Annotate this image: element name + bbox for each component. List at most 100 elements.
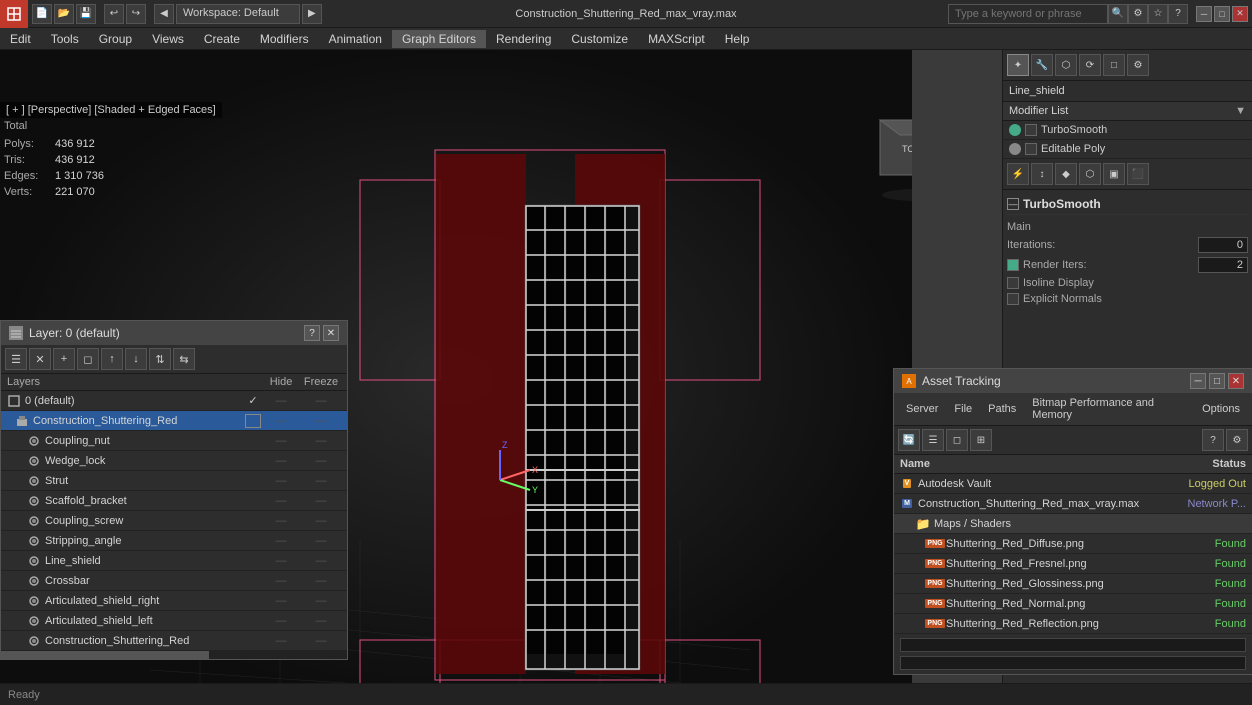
layer-close-btn[interactable]: ✕ — [323, 325, 339, 341]
search-settings-btn[interactable]: ⚙ — [1128, 4, 1148, 24]
asset-close-btn[interactable]: ✕ — [1228, 373, 1244, 389]
help-btn[interactable]: ? — [1168, 4, 1188, 24]
layer-all-icon[interactable]: ☰ — [5, 348, 27, 370]
aw-menu-file[interactable]: File — [946, 401, 980, 417]
menu-graph-editors[interactable]: Graph Editors — [392, 30, 486, 48]
next-scene-btn[interactable]: ▶ — [302, 4, 322, 24]
layer-split-btn[interactable]: ⇆ — [173, 348, 195, 370]
layer-checkbox-construction[interactable] — [245, 414, 261, 428]
menu-tools[interactable]: Tools — [41, 30, 89, 48]
redo-btn[interactable]: ↪ — [126, 4, 146, 24]
layer-item-coupling-nut[interactable]: Coupling_nut — — — [1, 431, 347, 451]
sub-icon-3[interactable]: ◆ — [1055, 163, 1077, 185]
aw-item-reflection[interactable]: PNG Shuttering_Red_Reflection.png Found — [894, 614, 1252, 634]
minimize-btn[interactable]: ─ — [1196, 6, 1212, 22]
aw-menu-server[interactable]: Server — [898, 401, 946, 417]
layer-down-btn[interactable]: ↓ — [125, 348, 147, 370]
aw-tool-4[interactable]: ⊞ — [970, 429, 992, 451]
layer-item-wedge-lock[interactable]: Wedge_lock — — — [1, 451, 347, 471]
menu-create[interactable]: Create — [194, 30, 250, 48]
menu-maxscript[interactable]: MAXScript — [638, 30, 715, 48]
create-icon[interactable]: ✦ — [1007, 54, 1029, 76]
layer-delete-btn[interactable]: ✕ — [29, 348, 51, 370]
modifier-list-label: Modifier List — [1009, 105, 1068, 117]
sub-icon-2[interactable]: ↕ — [1031, 163, 1053, 185]
aw-item-diffuse[interactable]: PNG Shuttering_Red_Diffuse.png Found — [894, 534, 1252, 554]
aw-tool-3[interactable]: ◻ — [946, 429, 968, 451]
aw-tool-2[interactable]: ☰ — [922, 429, 944, 451]
utilities-icon[interactable]: ⚙ — [1127, 54, 1149, 76]
ts-render-iters-input[interactable] — [1198, 257, 1248, 273]
layer-item-scaffold-bracket[interactable]: Scaffold_bracket — — — [1, 491, 347, 511]
layer-item-default[interactable]: 0 (default) ✓ — — — [1, 391, 347, 411]
sub-icon-1[interactable]: ⚡ — [1007, 163, 1029, 185]
open-btn[interactable]: 📂 — [54, 4, 74, 24]
menu-rendering[interactable]: Rendering — [486, 30, 561, 48]
search-filter-btn[interactable]: ☆ — [1148, 4, 1168, 24]
search-input[interactable] — [948, 4, 1108, 24]
aw-item-fresnel[interactable]: PNG Shuttering_Red_Fresnel.png Found — [894, 554, 1252, 574]
menu-group[interactable]: Group — [89, 30, 142, 48]
new-btn[interactable]: 📄 — [32, 4, 52, 24]
layer-item-construction[interactable]: Construction_Shuttering_Red — — — [1, 411, 347, 431]
prev-scene-btn[interactable]: ◀ — [154, 4, 174, 24]
aw-menu-options[interactable]: Options — [1194, 401, 1248, 417]
search-btn[interactable]: 🔍 — [1108, 4, 1128, 24]
layer-item-strut[interactable]: Strut — — — [1, 471, 347, 491]
layer-item-coupling-screw[interactable]: Coupling_screw — — — [1, 511, 347, 531]
aw-tool-help[interactable]: ? — [1202, 429, 1224, 451]
modify-icon[interactable]: 🔧 — [1031, 54, 1053, 76]
asset-minimize-btn[interactable]: ─ — [1190, 373, 1206, 389]
menu-customize[interactable]: Customize — [561, 30, 638, 48]
aw-tool-settings[interactable]: ⚙ — [1226, 429, 1248, 451]
menu-modifiers[interactable]: Modifiers — [250, 30, 319, 48]
layer-add-btn[interactable]: + — [53, 348, 75, 370]
aw-item-max-file[interactable]: M Construction_Shuttering_Red_max_vray.m… — [894, 494, 1252, 514]
workspace-dropdown[interactable]: Workspace: Default — [176, 4, 300, 24]
layer-item-articulated-right[interactable]: Articulated_shield_right — — — [1, 591, 347, 611]
aw-tool-1[interactable]: 🔄 — [898, 429, 920, 451]
sub-icon-4[interactable]: ⬡ — [1079, 163, 1101, 185]
layer-item-articulated-left[interactable]: Articulated_shield_left — — — [1, 611, 347, 631]
layer-up-btn[interactable]: ↑ — [101, 348, 123, 370]
aw-item-normal[interactable]: PNG Shuttering_Red_Normal.png Found — [894, 594, 1252, 614]
aw-status-reflection: Found — [1176, 618, 1246, 630]
aw-item-glossiness[interactable]: PNG Shuttering_Red_Glossiness.png Found — [894, 574, 1252, 594]
motion-icon[interactable]: ⟳ — [1079, 54, 1101, 76]
maximize-btn[interactable]: □ — [1214, 6, 1230, 22]
asset-maximize-btn[interactable]: □ — [1209, 373, 1225, 389]
menu-views[interactable]: Views — [142, 30, 194, 48]
layer-item-crossbar[interactable]: Crossbar — — — [1, 571, 347, 591]
save-btn[interactable]: 💾 — [76, 4, 96, 24]
sub-icon-6[interactable]: ⬛ — [1127, 163, 1149, 185]
turbosmooth-toggle[interactable]: — — [1007, 198, 1019, 210]
ts-explicit-checkbox[interactable] — [1007, 293, 1019, 305]
menu-help[interactable]: Help — [715, 30, 760, 48]
layer-select-btn[interactable]: ◻ — [77, 348, 99, 370]
layer-item-line-shield[interactable]: Line_shield — — — [1, 551, 347, 571]
modifier-checkbox-editablepoly[interactable] — [1025, 143, 1037, 155]
modifier-editablepoly[interactable]: Editable Poly — [1003, 140, 1252, 159]
modifier-turbosmooth[interactable]: TurboSmooth — [1003, 121, 1252, 140]
modifier-checkbox-turbosmooth[interactable] — [1025, 124, 1037, 136]
hierarchy-icon[interactable]: ⬡ — [1055, 54, 1077, 76]
undo-btn[interactable]: ↩ — [104, 4, 124, 24]
menu-animation[interactable]: Animation — [319, 30, 392, 48]
layer-help-btn[interactable]: ? — [304, 325, 320, 341]
aw-item-vault[interactable]: V Autodesk Vault Logged Out — [894, 474, 1252, 494]
ts-iterations-input[interactable] — [1198, 237, 1248, 253]
layer-scrollbar[interactable] — [1, 651, 347, 659]
aw-item-maps-folder[interactable]: 📁 Maps / Shaders — [894, 514, 1252, 534]
close-btn[interactable]: ✕ — [1232, 6, 1248, 22]
aw-menu-paths[interactable]: Paths — [980, 401, 1024, 417]
ts-isoline-checkbox[interactable] — [1007, 277, 1019, 289]
display-icon[interactable]: □ — [1103, 54, 1125, 76]
modifier-list-dropdown[interactable]: ▼ — [1235, 105, 1246, 117]
layer-item-stripping-angle[interactable]: Stripping_angle — — — [1, 531, 347, 551]
aw-menu-bitmap[interactable]: Bitmap Performance and Memory — [1024, 395, 1194, 423]
layer-item-construction-red[interactable]: Construction_Shuttering_Red — — — [1, 631, 347, 651]
sub-icon-5[interactable]: ▣ — [1103, 163, 1125, 185]
ts-render-iters-checkbox[interactable] — [1007, 259, 1019, 271]
layer-merge-btn[interactable]: ⇅ — [149, 348, 171, 370]
menu-edit[interactable]: Edit — [0, 30, 41, 48]
